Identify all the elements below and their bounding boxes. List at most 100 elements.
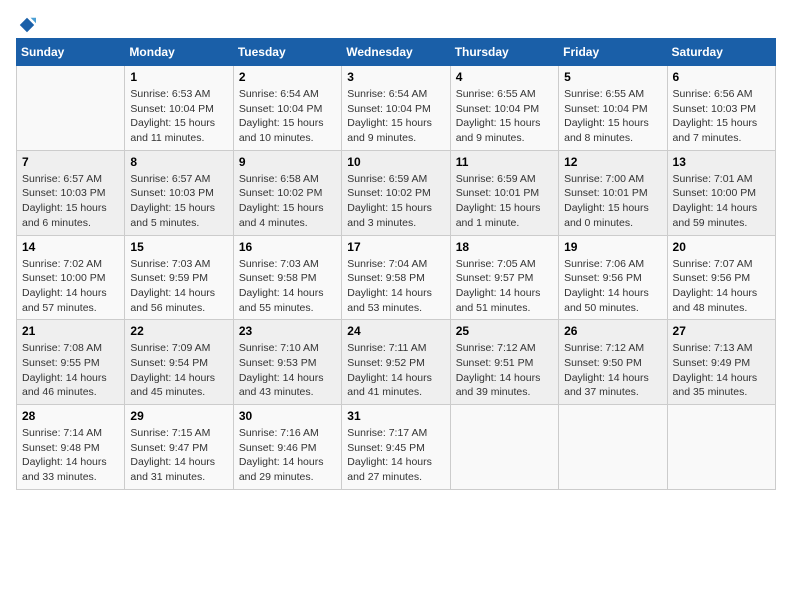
day-number: 27 <box>673 324 770 338</box>
day-info: Sunrise: 7:11 AMSunset: 9:52 PMDaylight:… <box>347 341 444 400</box>
day-number: 31 <box>347 409 444 423</box>
day-number: 29 <box>130 409 227 423</box>
header-cell-thursday: Thursday <box>450 39 558 66</box>
day-info: Sunrise: 7:06 AMSunset: 9:56 PMDaylight:… <box>564 257 661 316</box>
day-number: 15 <box>130 240 227 254</box>
day-number: 26 <box>564 324 661 338</box>
day-number: 7 <box>22 155 119 169</box>
day-info: Sunrise: 6:54 AMSunset: 10:04 PMDaylight… <box>239 87 336 146</box>
day-number: 30 <box>239 409 336 423</box>
day-info: Sunrise: 7:09 AMSunset: 9:54 PMDaylight:… <box>130 341 227 400</box>
calendar-table: SundayMondayTuesdayWednesdayThursdayFrid… <box>16 38 776 490</box>
day-info: Sunrise: 7:04 AMSunset: 9:58 PMDaylight:… <box>347 257 444 316</box>
day-cell: 9 Sunrise: 6:58 AMSunset: 10:02 PMDayligh… <box>233 150 341 235</box>
day-info: Sunrise: 6:59 AMSunset: 10:02 PMDaylight… <box>347 172 444 231</box>
day-number: 25 <box>456 324 553 338</box>
day-info: Sunrise: 6:55 AMSunset: 10:04 PMDaylight… <box>564 87 661 146</box>
day-number: 4 <box>456 70 553 84</box>
day-number: 11 <box>456 155 553 169</box>
day-number: 6 <box>673 70 770 84</box>
day-cell: 28 Sunrise: 7:14 AMSunset: 9:48 PMDayligh… <box>17 405 125 490</box>
day-number: 1 <box>130 70 227 84</box>
day-info: Sunrise: 7:14 AMSunset: 9:48 PMDaylight:… <box>22 426 119 485</box>
day-info: Sunrise: 6:57 AMSunset: 10:03 PMDaylight… <box>22 172 119 231</box>
day-cell: 20Sunrise: 7:07 AMSunset: 9:56 PMDayligh… <box>667 235 775 320</box>
logo-icon <box>18 16 36 34</box>
day-cell: 27 Sunrise: 7:13 AMSunset: 9:49 PMDayligh… <box>667 320 775 405</box>
day-cell: 15 Sunrise: 7:03 AMSunset: 9:59 PMDayligh… <box>125 235 233 320</box>
day-number: 2 <box>239 70 336 84</box>
day-number: 16 <box>239 240 336 254</box>
day-cell: 31 Sunrise: 7:17 AMSunset: 9:45 PMDayligh… <box>342 405 450 490</box>
header-row: SundayMondayTuesdayWednesdayThursdayFrid… <box>17 39 776 66</box>
day-info: Sunrise: 7:16 AMSunset: 9:46 PMDaylight:… <box>239 426 336 485</box>
day-cell: 8 Sunrise: 6:57 AMSunset: 10:03 PMDayligh… <box>125 150 233 235</box>
day-number: 12 <box>564 155 661 169</box>
day-info: Sunrise: 7:17 AMSunset: 9:45 PMDaylight:… <box>347 426 444 485</box>
day-number: 9 <box>239 155 336 169</box>
week-row-4: 21 Sunrise: 7:08 AMSunset: 9:55 PMDayligh… <box>17 320 776 405</box>
day-cell: 24 Sunrise: 7:11 AMSunset: 9:52 PMDayligh… <box>342 320 450 405</box>
day-number: 8 <box>130 155 227 169</box>
day-cell: 3 Sunrise: 6:54 AMSunset: 10:04 PMDayligh… <box>342 66 450 151</box>
day-cell <box>17 66 125 151</box>
day-number: 3 <box>347 70 444 84</box>
day-cell: 17 Sunrise: 7:04 AMSunset: 9:58 PMDayligh… <box>342 235 450 320</box>
day-cell: 22 Sunrise: 7:09 AMSunset: 9:54 PMDayligh… <box>125 320 233 405</box>
day-info: Sunrise: 7:10 AMSunset: 9:53 PMDaylight:… <box>239 341 336 400</box>
header-cell-saturday: Saturday <box>667 39 775 66</box>
day-number: 18 <box>456 240 553 254</box>
day-info: Sunrise: 7:03 AMSunset: 9:59 PMDaylight:… <box>130 257 227 316</box>
day-info: Sunrise: 7:01 AMSunset: 10:00 PMDaylight… <box>673 172 770 231</box>
day-cell <box>559 405 667 490</box>
day-info: Sunrise: 7:03 AMSunset: 9:58 PMDaylight:… <box>239 257 336 316</box>
day-cell: 18Sunrise: 7:05 AMSunset: 9:57 PMDayligh… <box>450 235 558 320</box>
day-cell: 13 Sunrise: 7:01 AMSunset: 10:00 PMDaylig… <box>667 150 775 235</box>
day-cell: 25Sunrise: 7:12 AMSunset: 9:51 PMDayligh… <box>450 320 558 405</box>
day-info: Sunrise: 6:54 AMSunset: 10:04 PMDaylight… <box>347 87 444 146</box>
week-row-5: 28 Sunrise: 7:14 AMSunset: 9:48 PMDayligh… <box>17 405 776 490</box>
day-info: Sunrise: 6:57 AMSunset: 10:03 PMDaylight… <box>130 172 227 231</box>
day-cell: 7 Sunrise: 6:57 AMSunset: 10:03 PMDayligh… <box>17 150 125 235</box>
day-info: Sunrise: 6:53 AMSunset: 10:04 PMDaylight… <box>130 87 227 146</box>
day-number: 19 <box>564 240 661 254</box>
day-cell: 26 Sunrise: 7:12 AMSunset: 9:50 PMDayligh… <box>559 320 667 405</box>
day-info: Sunrise: 6:58 AMSunset: 10:02 PMDaylight… <box>239 172 336 231</box>
day-cell <box>450 405 558 490</box>
day-info: Sunrise: 7:08 AMSunset: 9:55 PMDaylight:… <box>22 341 119 400</box>
day-info: Sunrise: 6:56 AMSunset: 10:03 PMDaylight… <box>673 87 770 146</box>
header-cell-monday: Monday <box>125 39 233 66</box>
header-cell-friday: Friday <box>559 39 667 66</box>
day-number: 13 <box>673 155 770 169</box>
day-number: 5 <box>564 70 661 84</box>
day-number: 28 <box>22 409 119 423</box>
day-number: 17 <box>347 240 444 254</box>
day-cell: 10Sunrise: 6:59 AMSunset: 10:02 PMDaylig… <box>342 150 450 235</box>
day-cell <box>667 405 775 490</box>
day-number: 21 <box>22 324 119 338</box>
day-info: Sunrise: 7:07 AMSunset: 9:56 PMDaylight:… <box>673 257 770 316</box>
day-info: Sunrise: 7:13 AMSunset: 9:49 PMDaylight:… <box>673 341 770 400</box>
week-row-2: 7 Sunrise: 6:57 AMSunset: 10:03 PMDayligh… <box>17 150 776 235</box>
day-cell: 2 Sunrise: 6:54 AMSunset: 10:04 PMDayligh… <box>233 66 341 151</box>
day-info: Sunrise: 7:12 AMSunset: 9:50 PMDaylight:… <box>564 341 661 400</box>
day-cell: 21 Sunrise: 7:08 AMSunset: 9:55 PMDayligh… <box>17 320 125 405</box>
day-number: 14 <box>22 240 119 254</box>
day-info: Sunrise: 6:55 AMSunset: 10:04 PMDaylight… <box>456 87 553 146</box>
day-cell: 4 Sunrise: 6:55 AMSunset: 10:04 PMDayligh… <box>450 66 558 151</box>
header-cell-wednesday: Wednesday <box>342 39 450 66</box>
header-cell-sunday: Sunday <box>17 39 125 66</box>
day-cell: 11 Sunrise: 6:59 AMSunset: 10:01 PMDaylig… <box>450 150 558 235</box>
logo <box>16 16 36 34</box>
day-cell: 23 Sunrise: 7:10 AMSunset: 9:53 PMDayligh… <box>233 320 341 405</box>
day-cell: 1 Sunrise: 6:53 AMSunset: 10:04 PMDayligh… <box>125 66 233 151</box>
day-number: 24 <box>347 324 444 338</box>
day-info: Sunrise: 7:02 AMSunset: 10:00 PMDaylight… <box>22 257 119 316</box>
day-info: Sunrise: 6:59 AMSunset: 10:01 PMDaylight… <box>456 172 553 231</box>
day-cell: 14 Sunrise: 7:02 AMSunset: 10:00 PMDaylig… <box>17 235 125 320</box>
day-cell: 6 Sunrise: 6:56 AMSunset: 10:03 PMDayligh… <box>667 66 775 151</box>
day-cell: 12Sunrise: 7:00 AMSunset: 10:01 PMDaylig… <box>559 150 667 235</box>
day-number: 23 <box>239 324 336 338</box>
day-cell: 29Sunrise: 7:15 AMSunset: 9:47 PMDayligh… <box>125 405 233 490</box>
day-number: 22 <box>130 324 227 338</box>
